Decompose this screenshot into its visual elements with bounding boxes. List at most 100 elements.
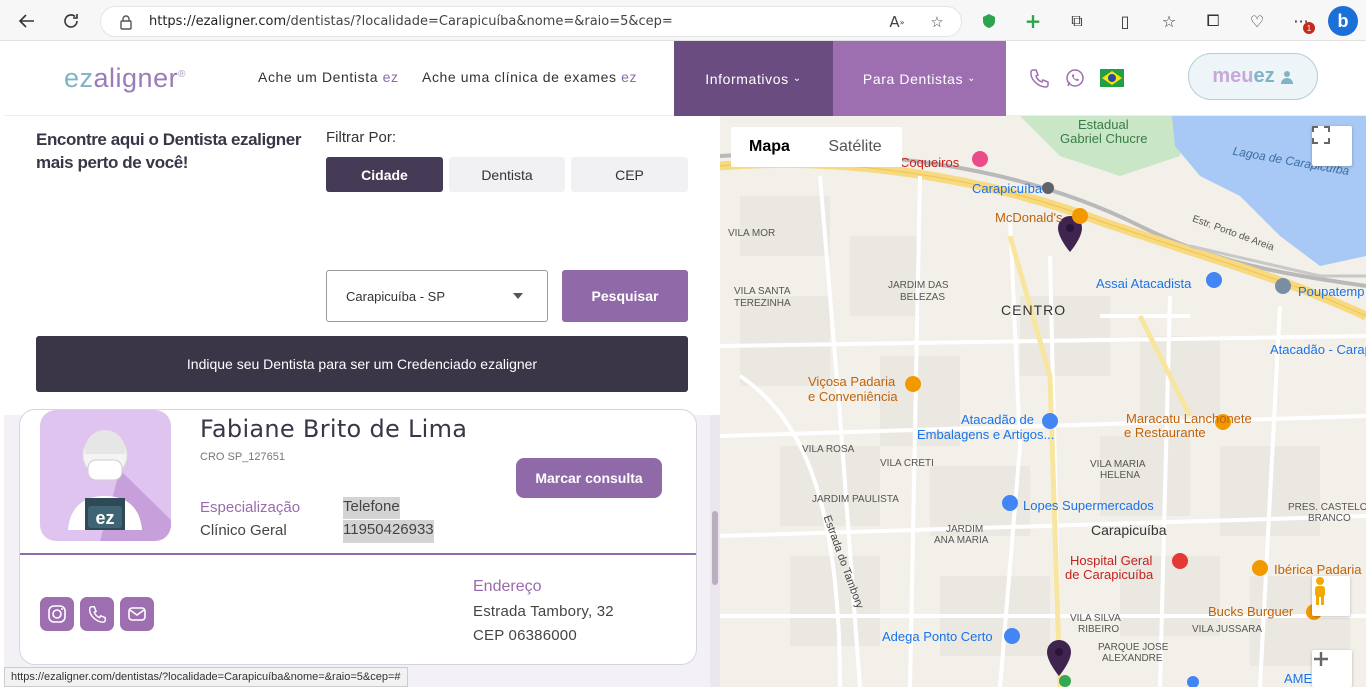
map-label-estadual: Estadual — [1078, 117, 1129, 132]
map[interactable]: Estadual Gabriel Chucre Lagoa de Carapic… — [720, 116, 1366, 687]
meuez-account-button[interactable]: meu ez — [1188, 53, 1318, 100]
map-label-hospital-geral: Hospital Geral — [1070, 553, 1153, 568]
map-label-vila-jussara: VILA JUSSARA — [1192, 624, 1263, 635]
map-label-gabriel-chucre: Gabriel Chucre — [1060, 131, 1148, 146]
map-label-centro: CENTRO — [1001, 302, 1067, 318]
avatar-ez-badge: ez — [95, 508, 114, 528]
phone-value[interactable]: 11950426933 — [343, 520, 434, 543]
map-label-vila-santa: VILA SANTA — [734, 286, 791, 297]
results-list: ez Fabiane Brito de Lima CRO SP_127651 E… — [4, 409, 720, 687]
dentist-name: Fabiane Brito de Lima — [200, 415, 468, 443]
map-label-ana-maria: ANA MARIA — [934, 535, 989, 546]
city-select-value: Carapicuíba - SP — [346, 289, 445, 304]
map-label-jardim-das: JARDIM DAS — [888, 280, 949, 291]
filter-cidade-button[interactable]: Cidade — [326, 157, 443, 192]
dentist-card: ez Fabiane Brito de Lima CRO SP_127651 E… — [19, 409, 697, 665]
map-label-vicosa-padaria: Viçosa Padaria — [808, 374, 896, 389]
address-cep: CEP 06386000 — [473, 627, 577, 644]
map-label-branco: BRANCO — [1308, 513, 1351, 524]
map-label-vicosa-conveniencia: e Conveniência — [808, 389, 898, 404]
map-label-atacadao-de: Atacadão de — [961, 412, 1035, 427]
back-icon[interactable] — [14, 8, 40, 34]
map-label-adega: Adega Ponto Certo — [882, 629, 993, 644]
map-label-ribeiro: RIBEIRO — [1078, 624, 1120, 635]
map-label-bucks-burguer: Bucks Burguer — [1208, 604, 1294, 619]
filter-label: Filtrar Por: — [326, 129, 397, 146]
refresh-icon[interactable] — [58, 8, 84, 34]
avatar: ez — [40, 410, 171, 541]
email-icon[interactable] — [120, 597, 154, 631]
instagram-icon[interactable] — [40, 597, 74, 631]
map-label-vila-maria: VILA MARIA — [1090, 459, 1146, 470]
filter-cep-button[interactable]: CEP — [571, 157, 688, 192]
map-label-vila-creti: VILA CRETI — [880, 458, 934, 469]
map-label-atacadao-embalagens: Embalagens e Artigos... — [917, 427, 1055, 442]
street-view-pegman-icon[interactable] — [1312, 576, 1350, 616]
phone-icon[interactable] — [1028, 67, 1050, 89]
map-label-alexandre: ALEXANDRE — [1102, 653, 1163, 664]
map-label-vila-mor: VILA MOR — [728, 228, 776, 239]
favorites-icon[interactable]: ☆ — [1158, 10, 1180, 32]
nav-ache-clinica[interactable]: Ache uma clínica de exames ez — [422, 69, 637, 85]
browser-toolbar: https://ezaligner.com/dentistas/?localid… — [0, 0, 1366, 41]
extensions-puzzle-icon[interactable]: ⧉ — [1066, 10, 1088, 32]
map-label-iberica: Ibérica Padaria — [1274, 562, 1362, 577]
card-divider — [20, 553, 696, 555]
bottom-edge — [0, 687, 1366, 694]
dropdown-arrow-icon — [513, 293, 523, 299]
zoom-in-icon[interactable] — [1312, 650, 1352, 687]
notification-badge: 1 — [1303, 22, 1315, 34]
whatsapp-icon[interactable] — [1064, 67, 1086, 89]
map-label-atacadao-carapicuiba: Atacadão - Carap — [1270, 342, 1366, 357]
map-label-lopes: Lopes Supermercados — [1023, 498, 1154, 513]
extension-plus-icon[interactable]: + — [1022, 9, 1044, 33]
url-text: https://ezaligner.com/dentistas/?localid… — [149, 14, 673, 29]
phone-icon[interactable] — [80, 597, 114, 631]
indique-dentista-button[interactable]: Indique seu Dentista para ser um Credenc… — [36, 336, 688, 392]
nav-informativos[interactable]: Informativos ⌄ — [674, 41, 833, 116]
map-label-hospital-carapicuiba: de Carapicuíba — [1065, 567, 1154, 582]
collections-icon[interactable]: ⧠ — [1202, 10, 1224, 32]
address-label: Endereço — [473, 578, 542, 595]
lock-icon — [120, 15, 132, 30]
extension-shield-icon[interactable] — [978, 10, 1000, 32]
nav-para-dentistas[interactable]: Para Dentistas ⌄ — [833, 41, 1006, 116]
map-label-maracatu-restaurante: e Restaurante — [1124, 425, 1206, 440]
results-scrollbar-thumb[interactable] — [712, 511, 718, 585]
map-label-terezinha: TEREZINHA — [734, 298, 791, 309]
map-label-parque-jose: PARQUE JOSE — [1098, 642, 1169, 653]
performance-icon[interactable]: ♡ — [1246, 10, 1268, 32]
map-label-belezas: BELEZAS — [900, 292, 946, 303]
user-icon — [1280, 70, 1293, 84]
city-select[interactable]: Carapicuíba - SP — [326, 270, 548, 322]
map-label-carapicuiba: Carapicuíba — [1091, 522, 1167, 538]
bing-copilot-icon[interactable]: b — [1328, 6, 1358, 36]
marcar-consulta-button[interactable]: Marcar consulta — [516, 458, 662, 498]
nav-ache-dentista[interactable]: Ache um Dentista ez — [258, 69, 399, 85]
ezaligner-logo[interactable]: ezaligner® — [64, 63, 186, 94]
dentist-marker-2[interactable] — [1047, 640, 1071, 676]
status-url-bar: https://ezaligner.com/dentistas/?localid… — [4, 667, 408, 687]
filter-dentista-button[interactable]: Dentista — [449, 157, 565, 192]
chevron-down-icon: ⌄ — [967, 73, 977, 84]
fullscreen-icon[interactable] — [1312, 126, 1352, 166]
map-label-poupatempo: Poupatemp — [1298, 284, 1365, 299]
specialization-label: Especialização — [200, 499, 301, 516]
favorite-star-icon[interactable]: ☆ — [927, 12, 947, 32]
read-aloud-icon[interactable]: A» — [887, 12, 907, 32]
address-street: Estrada Tambory, 32 — [473, 603, 614, 620]
split-screen-icon[interactable]: ▯ — [1114, 10, 1136, 32]
search-button[interactable]: Pesquisar — [562, 270, 688, 322]
chevron-down-icon: ⌄ — [792, 73, 802, 84]
brazil-flag-icon[interactable] — [1100, 69, 1124, 87]
panel-title: Encontre aqui o Dentista ezaligner mais … — [36, 130, 302, 172]
address-bar[interactable]: https://ezaligner.com/dentistas/?localid… — [100, 6, 962, 37]
map-label-jardim-paulista: JARDIM PAULISTA — [812, 494, 899, 505]
search-panel: Encontre aqui o Dentista ezaligner mais … — [4, 116, 720, 415]
map-label-vila-rosa: VILA ROSA — [802, 444, 855, 455]
map-label-maracatu: Maracatu Lanchonete — [1126, 411, 1252, 426]
map-tab-satelite[interactable]: Satélite — [808, 127, 902, 167]
map-label-helena: HELENA — [1100, 470, 1141, 481]
map-tab-mapa[interactable]: Mapa — [731, 127, 808, 167]
site-header: ezaligner® Ache um Dentista ez Ache uma … — [4, 41, 1366, 116]
